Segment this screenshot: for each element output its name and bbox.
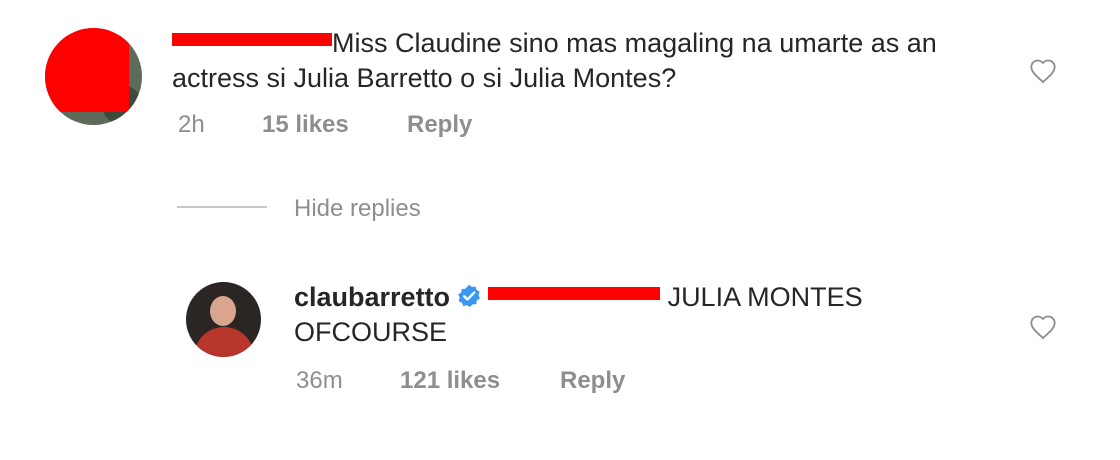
redaction-box	[45, 28, 129, 112]
thread-divider	[177, 206, 267, 208]
comment-time: 2h	[178, 111, 205, 138]
reply-username[interactable]: claubarretto	[294, 282, 450, 312]
reply-reply-button[interactable]: Reply	[560, 367, 625, 395]
like-heart-icon[interactable]	[1029, 58, 1057, 84]
avatar-image	[194, 327, 254, 357]
avatar-face	[210, 296, 236, 326]
comment-body: Miss Claudine sino mas magaling na umart…	[172, 26, 992, 96]
comment-likes[interactable]: 15 likes	[262, 111, 349, 139]
comment-reply-button[interactable]: Reply	[407, 111, 472, 139]
reply-avatar[interactable]	[186, 282, 261, 357]
redacted-username[interactable]	[172, 33, 332, 47]
reply-likes[interactable]: 121 likes	[400, 367, 500, 395]
reply-time: 36m	[296, 367, 343, 394]
hide-replies-button[interactable]: Hide replies	[294, 195, 421, 223]
verified-badge-icon	[458, 284, 480, 307]
commenter-avatar[interactable]	[45, 28, 142, 125]
redacted-mention[interactable]	[488, 287, 661, 301]
like-heart-icon[interactable]	[1029, 314, 1057, 340]
reply-body: claubarretto JULIA MONTES OFCOURSE	[294, 280, 954, 350]
